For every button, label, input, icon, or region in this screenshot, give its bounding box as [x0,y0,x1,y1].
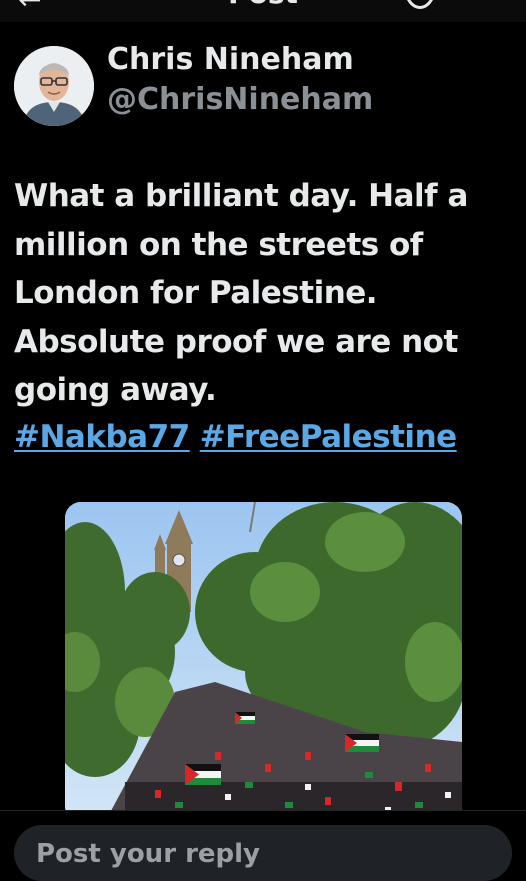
tweet-line: going away. [14,372,217,408]
reply-placeholder: Post your reply [36,839,260,869]
page-title: Post [0,0,526,10]
tweet-photo[interactable] [65,502,462,822]
hashtag-link[interactable]: #Nakba77 [14,419,190,455]
tweet-line: Absolute proof we are not [14,323,458,360]
tweet-line: million on the streets of [14,226,423,263]
tweet-line: London for Palestine. [14,275,378,311]
hashtags: #Nakba77 #FreePalestine [14,413,467,461]
tweet-line: What a brilliant day. Half a [14,178,468,214]
avatar[interactable] [14,46,94,126]
reply-input[interactable]: Post your reply [14,825,512,881]
grok-icon[interactable] [402,0,438,22]
author-handle[interactable]: @ChrisNineham [107,82,373,117]
author-name[interactable]: Chris Nineham [107,42,354,77]
top-nav-bar: ← Post [0,0,526,22]
tweet-text: What a brilliant day. Half a million on … [14,172,514,415]
hashtag-link[interactable]: #FreePalestine [200,419,457,455]
